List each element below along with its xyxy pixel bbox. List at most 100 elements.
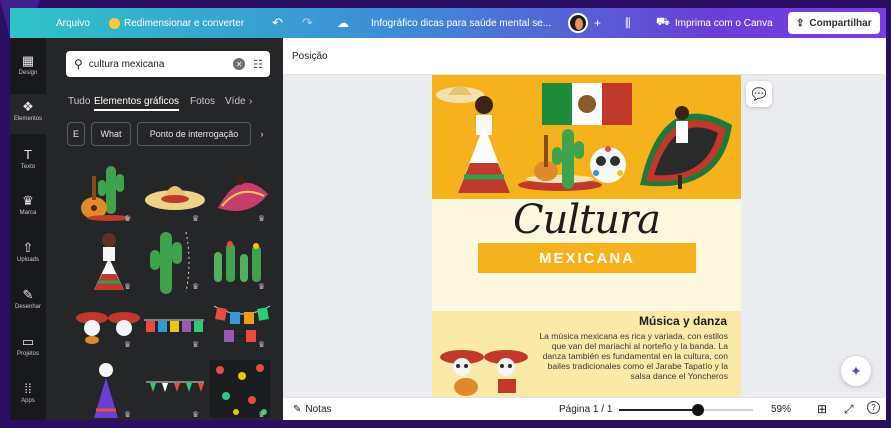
rail-label-design: Design	[18, 70, 38, 76]
tab-all[interactable]: Tudo	[68, 96, 90, 107]
asset-guitar-cactus[interactable]	[76, 162, 142, 224]
premium-crown-icon: ♛	[192, 340, 200, 349]
premium-crown-icon: ♛	[258, 410, 266, 419]
asset-mariachi-skulls[interactable]	[74, 306, 144, 346]
asset-catrina[interactable]	[86, 360, 126, 420]
upload-icon: ⇧	[22, 240, 34, 255]
rail-item-projects[interactable]: ▭ Projetos	[10, 335, 46, 358]
left-icon-rail: ▦ Design ❖ Elementos T Texto ♛ Marca ⇧ Upload…	[10, 38, 46, 420]
crown-icon	[109, 17, 120, 29]
file-menu[interactable]: Arquivo	[56, 8, 90, 38]
zoom-slider[interactable]	[619, 404, 753, 416]
rail-label-brand: Marca	[19, 210, 37, 216]
chip-e[interactable]: E	[67, 122, 85, 146]
file-menu-label: Arquivo	[56, 17, 90, 29]
share-button[interactable]: ⇪ Compartilhar	[788, 12, 880, 34]
share-button-wrap: ⇪ Compartilhar	[788, 8, 880, 38]
rail-item-uploads[interactable]: ⇧ Uploads	[10, 240, 46, 264]
design-icon: ▦	[21, 53, 35, 68]
design-page[interactable]: Cultura MEXICANA Música y danza La músic…	[432, 75, 741, 397]
top-bar: Arquivo Redimensionar e converter ↶ ↷ ☁ …	[10, 8, 886, 38]
fullscreen-icon[interactable]: ⤢	[844, 402, 854, 417]
rail-item-apps[interactable]: ⁞⁞ Apps	[10, 381, 46, 405]
section-body-text[interactable]: La música mexicana es rica y variada, co…	[532, 331, 728, 381]
filter-icon[interactable]: ☷	[253, 58, 263, 71]
clear-search-icon[interactable]: ✕	[233, 58, 246, 70]
asset-triangle-garland[interactable]	[144, 378, 206, 400]
page-indicator[interactable]: Página 1 / 1	[559, 404, 612, 415]
rail-item-text[interactable]: T Texto	[10, 148, 46, 171]
elements-icon: ❖	[22, 99, 34, 114]
notes-label: Notas	[305, 404, 332, 415]
print-button[interactable]: ⛟ Imprima com o Canva	[656, 8, 773, 38]
canva-editor-window: Arquivo Redimensionar e converter ↶ ↷ ☁ …	[10, 8, 886, 420]
rail-item-draw[interactable]: ✎ Desenhar	[10, 288, 46, 311]
hero-artwork	[436, 83, 732, 193]
chip-what[interactable]: What	[91, 122, 131, 146]
comment-icon[interactable]: 💬	[746, 81, 772, 107]
hero-illustration	[432, 75, 741, 199]
premium-crown-icon: ♛	[124, 214, 132, 223]
asset-folk-dancer[interactable]	[210, 164, 272, 220]
share-label: Compartilhar	[809, 17, 872, 29]
tabs-next-icon[interactable]: ›	[249, 96, 252, 107]
grid-view-icon[interactable]: ⊞	[817, 402, 827, 416]
premium-crown-icon: ♛	[192, 410, 200, 419]
notes-icon: ✎	[293, 404, 302, 415]
chip-question-mark[interactable]: Ponto de interrogação	[137, 122, 251, 146]
mariachi-illustration	[440, 350, 528, 396]
notes-button[interactable]: ✎ Notas	[293, 404, 332, 415]
editor-toolbar: Posição	[283, 38, 886, 75]
zoom-level[interactable]: 59%	[771, 404, 791, 415]
zoom-slider-handle[interactable]	[692, 404, 704, 416]
tab-photos[interactable]: Fotos	[190, 96, 215, 107]
premium-crown-icon: ♛	[192, 282, 200, 291]
premium-crown-icon: ♛	[124, 340, 132, 349]
help-icon[interactable]: ?	[867, 401, 880, 414]
truck-icon: ⛟	[656, 16, 670, 28]
rail-label-apps: Apps	[21, 398, 35, 404]
rail-item-design[interactable]: ▦ Design	[10, 53, 46, 77]
share-icon: ⇪	[796, 17, 805, 29]
rail-label-draw: Desenhar	[14, 304, 41, 310]
add-collaborator-icon[interactable]: +	[594, 8, 601, 38]
search-icon: ⚲	[74, 57, 83, 71]
print-label: Imprima com o Canva	[674, 17, 773, 29]
tab-graphics[interactable]: Elementos gráficos	[94, 96, 180, 111]
cloud-save-icon[interactable]: ☁	[337, 8, 349, 38]
status-bar: ✎ Notas Página 1 / 1 59% ⊞ ⤢ ?	[283, 397, 886, 420]
analytics-icon[interactable]: ⫼	[625, 8, 631, 38]
rail-item-brand[interactable]: ♛ Marca	[10, 194, 46, 217]
subtitle-banner[interactable]: MEXICANA	[478, 243, 696, 273]
undo-icon[interactable]: ↶	[272, 8, 283, 38]
position-button[interactable]: Posição	[292, 51, 328, 62]
rail-item-elements[interactable]: ❖ Elementos	[10, 94, 46, 134]
asset-cactus-row[interactable]	[210, 236, 272, 284]
rail-label-text: Texto	[20, 164, 36, 170]
magic-assistant-icon[interactable]: ✦	[841, 356, 871, 386]
asset-papel-picado[interactable]	[142, 316, 206, 336]
rail-label-uploads: Uploads	[16, 257, 39, 263]
document-title[interactable]: Infográfico dicas para saúde mental se..…	[371, 8, 551, 38]
asset-sombrero[interactable]	[144, 170, 206, 214]
zoom-slider-fill	[619, 409, 698, 411]
redo-icon[interactable]: ↷	[302, 8, 313, 38]
tab-videos[interactable]: Víde	[225, 96, 246, 107]
design-editor: Posição Cultura MEXICANA Música y danza …	[283, 38, 886, 420]
section-heading[interactable]: Música y danza	[639, 314, 727, 328]
rail-label-projects: Projetos	[16, 351, 39, 357]
chips-next-icon[interactable]: ›	[255, 122, 269, 146]
user-avatar-image	[568, 13, 588, 33]
document-title-text: Infográfico dicas para saúde mental se..…	[371, 17, 552, 29]
premium-crown-icon: ♛	[258, 214, 266, 223]
panel-tabs: Tudo Elementos gráficos Fotos Víde ›	[68, 96, 278, 112]
premium-crown-icon: ♛	[258, 340, 266, 349]
premium-crown-icon: ♛	[124, 282, 132, 291]
premium-crown-icon: ♛	[124, 410, 132, 419]
search-box: ⚲ cultura mexicana ✕ ☷	[66, 51, 270, 77]
search-input[interactable]: cultura mexicana	[89, 59, 233, 70]
resize-button[interactable]: Redimensionar e converter	[109, 8, 244, 38]
premium-crown-icon: ♛	[192, 214, 200, 223]
avatar[interactable]	[568, 8, 588, 38]
apps-icon: ⁞⁞	[24, 381, 32, 396]
